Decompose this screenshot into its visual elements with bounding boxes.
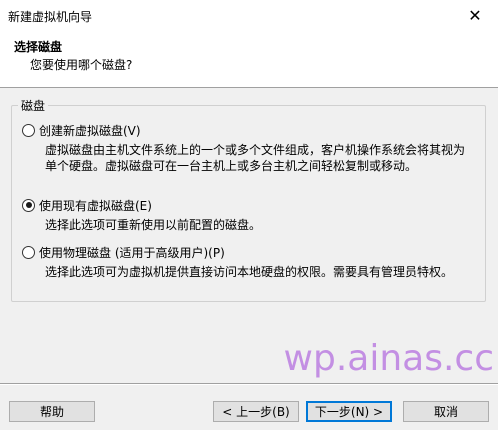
help-button[interactable]: 帮助 [9, 401, 95, 422]
radio-use-existing-disk[interactable]: 使用现有虚拟磁盘(E) [22, 197, 475, 213]
option-use-existing-disk: 使用现有虚拟磁盘(E) 选择此选项可重新使用以前配置的磁盘。 [22, 197, 475, 233]
description-line: 单个硬盘。虚拟磁盘可在一台主机上或多台主机之间轻松复制或移动。 [45, 159, 418, 173]
cancel-button[interactable]: 取消 [403, 401, 489, 422]
next-button[interactable]: 下一步(N) > [306, 401, 392, 422]
back-button[interactable]: < 上一步(B) [213, 401, 299, 422]
option-description: 选择此选项可为虚拟机提供直接访问本地硬盘的权限。需要具有管理员特权。 [45, 264, 475, 280]
watermark-text: wp.ainas.cc [283, 338, 494, 379]
radio-label[interactable]: 使用物理磁盘 (适用于高级用户)(P) [39, 244, 225, 261]
window-title: 新建虚拟机向导 [8, 10, 93, 24]
option-create-new-disk: 创建新虚拟磁盘(V) 虚拟磁盘由主机文件系统上的一个或多个文件组成，客户机操作系… [22, 122, 475, 174]
description-line: 虚拟磁盘由主机文件系统上的一个或多个文件组成，客户机操作系统会将其视为 [45, 143, 466, 157]
option-description: 选择此选项可重新使用以前配置的磁盘。 [45, 217, 475, 233]
radio-circle-icon[interactable] [22, 123, 35, 137]
footer-separator [0, 383, 498, 385]
page-title: 选择磁盘 [14, 40, 63, 54]
option-description: 虚拟磁盘由主机文件系统上的一个或多个文件组成，客户机操作系统会将其视为 单个硬盘… [45, 142, 475, 174]
radio-label[interactable]: 创建新虚拟磁盘(V) [39, 122, 141, 139]
page-subtitle: 您要使用哪个磁盘? [30, 58, 133, 72]
groupbox-legend: 磁盘 [18, 97, 49, 114]
radio-create-new-disk[interactable]: 创建新虚拟磁盘(V) [22, 122, 475, 138]
description-line: 选择此选项可为虚拟机提供直接访问本地硬盘的权限。需要具有管理员特权。 [45, 265, 454, 279]
close-icon[interactable]: ✕ [452, 0, 498, 30]
wizard-header: 选择磁盘 您要使用哪个磁盘? [0, 30, 498, 88]
option-use-physical-disk: 使用物理磁盘 (适用于高级用户)(P) 选择此选项可为虚拟机提供直接访问本地硬盘… [22, 244, 475, 280]
radio-label[interactable]: 使用现有虚拟磁盘(E) [39, 197, 152, 214]
disk-groupbox: 磁盘 创建新虚拟磁盘(V) 虚拟磁盘由主机文件系统上的一个或多个文件组成，客户机… [11, 97, 486, 302]
radio-selected-icon[interactable] [22, 198, 35, 212]
radio-use-physical-disk[interactable]: 使用物理磁盘 (适用于高级用户)(P) [22, 244, 475, 260]
description-line: 选择此选项可重新使用以前配置的磁盘。 [45, 218, 262, 232]
title-bar: 新建虚拟机向导 ✕ [0, 0, 498, 30]
radio-circle-icon[interactable] [22, 245, 35, 259]
